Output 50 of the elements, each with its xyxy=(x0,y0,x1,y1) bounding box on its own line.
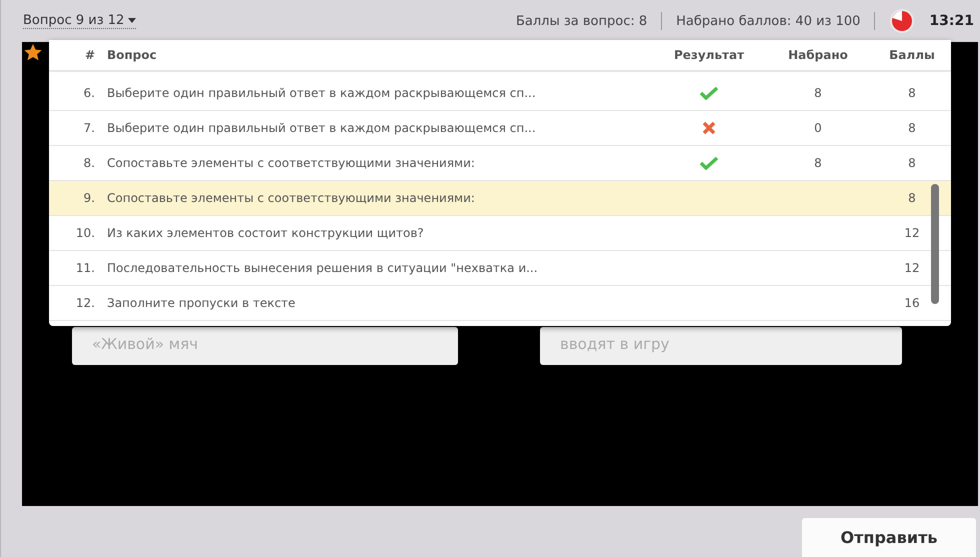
row-number: 9. xyxy=(82,191,96,205)
star-icon xyxy=(24,44,42,61)
question-row[interactable]: 9. Сопоставьте элементы с соответствующими значениями: 8 xyxy=(49,181,951,216)
cross-icon xyxy=(702,121,716,135)
scrollbar[interactable] xyxy=(931,184,939,304)
column-header: # xyxy=(84,48,96,62)
column-header: Баллы xyxy=(888,48,936,62)
question-text: Выберите один правильный ответ в каждом раскрывающемся сп... xyxy=(107,121,537,135)
question-points: Баллы за вопрос: 8 xyxy=(516,14,648,28)
question-row[interactable]: 8. Сопоставьте элементы с соответствующими значениями: 8 8 xyxy=(49,146,951,181)
question-text: Заполните пропуски в тексте xyxy=(107,296,296,310)
points-value: 8 xyxy=(907,156,917,170)
question-row[interactable]: 10. Из каких элементов состоит конструкции щитов? 12 xyxy=(49,216,951,251)
timer-icon xyxy=(889,8,916,34)
card-text: вводят в игру xyxy=(560,335,670,353)
caret-icon xyxy=(128,18,136,23)
points-value: 8 xyxy=(907,121,917,135)
scored-value: 0 xyxy=(813,121,823,135)
question-text: Последовательность вынесения решения в ситуации "нехватка и... xyxy=(107,261,539,275)
column-header: Набрано xyxy=(787,48,849,62)
question-text: Из каких элементов состоит конструкции щитов? xyxy=(107,226,425,240)
points-value: 8 xyxy=(907,191,917,205)
question-text: Сопоставьте элементы с соответствующими значениями: xyxy=(107,191,476,205)
question-dropdown[interactable]: Вопрос 9 из 12 xyxy=(23,13,136,29)
question-row[interactable]: 7. Выберите один правильный ответ в каждом раскрывающемся сп... 0 8 xyxy=(49,111,951,146)
row-number: 6. xyxy=(82,86,96,100)
card-text: «Живой» мяч xyxy=(92,335,198,353)
question-row[interactable]: 6. Выберите один правильный ответ в каждом раскрывающемся сп... 8 8 xyxy=(49,76,951,111)
question-row[interactable]: 11. Последовательность вынесения решения в ситуации "нехватка и... 12 xyxy=(49,251,951,286)
question-row[interactable]: 12. Заполните пропуски в тексте 16 xyxy=(49,286,951,321)
row-number: 11. xyxy=(74,261,96,275)
points-value: 12 xyxy=(903,226,921,240)
points-value: 8 xyxy=(907,86,917,100)
question-text: Сопоставьте элементы с соответствующими значениями: xyxy=(107,156,476,170)
question-text: Выберите один правильный ответ в каждом раскрывающемся сп... xyxy=(107,86,537,100)
timer: 13:21 xyxy=(929,13,974,29)
scored-value: 8 xyxy=(813,156,823,170)
check-icon xyxy=(699,156,719,170)
row-number: 12. xyxy=(74,296,96,310)
check-icon xyxy=(699,86,719,100)
total-points: Набрано баллов: 40 из 100 xyxy=(676,14,860,28)
column-header: Вопрос xyxy=(107,48,158,62)
column-header: Результат xyxy=(672,48,746,62)
points-value: 12 xyxy=(903,261,921,275)
row-number: 8. xyxy=(82,156,96,170)
points-value: 16 xyxy=(903,296,921,310)
submit-button[interactable]: Отправить xyxy=(802,518,976,557)
scored-value: 8 xyxy=(813,86,823,100)
row-number: 7. xyxy=(82,121,96,135)
row-number: 10. xyxy=(74,226,96,240)
